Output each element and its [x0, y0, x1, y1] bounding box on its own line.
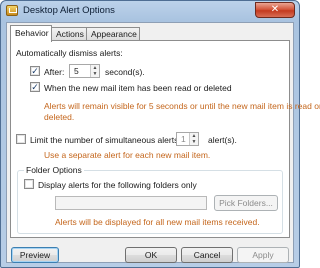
dismiss-note-line2: deleted. [44, 112, 75, 122]
spin-down-icon[interactable]: ▼ [91, 71, 99, 77]
close-icon: ✕ [270, 4, 280, 15]
limit-alerts-label: Limit the number of simultaneous alerts … [30, 135, 188, 145]
dialog-client-area: Behavior Actions Appearance Automaticall… [6, 22, 320, 263]
after-checkbox[interactable]: ✓ [30, 66, 40, 76]
window-title: Desktop Alert Options [23, 5, 115, 16]
limit-alerts-value: 1 [181, 134, 186, 144]
read-deleted-checkbox[interactable]: ✓ [30, 82, 40, 92]
auto-dismiss-heading: Automatically dismiss alerts: [16, 48, 123, 58]
pick-folders-button[interactable]: Pick Folders... [214, 195, 278, 211]
spin-down-icon[interactable]: ▼ [190, 139, 198, 145]
title-bar[interactable]: Desktop Alert Options ✕ [1, 1, 299, 21]
folders-only-label: Display alerts for the following folders… [38, 180, 197, 190]
spinner-arrows[interactable]: ▲ ▼ [90, 65, 99, 77]
folder-note: Alerts will be displayed for all new mai… [55, 217, 260, 227]
after-seconds-spinner[interactable]: 5 ▲ ▼ [69, 64, 100, 78]
folder-list-field[interactable] [55, 196, 207, 210]
behavior-tab-panel: Automatically dismiss alerts: ✓ After: 5… [10, 40, 320, 238]
after-label: After: [44, 67, 65, 77]
tab-actions[interactable]: Actions [51, 27, 87, 41]
tab-appearance[interactable]: Appearance [86, 27, 140, 41]
seconds-label: second(s). [105, 67, 145, 77]
alerts-unit-label: alert(s). [208, 135, 237, 145]
limit-note: Use a separate alert for each new mail i… [44, 150, 211, 160]
folders-only-checkbox[interactable] [24, 179, 34, 189]
after-seconds-value: 5 [74, 66, 79, 76]
preview-button[interactable]: Preview [11, 247, 59, 263]
limit-alerts-spinner[interactable]: 1 ▲ ▼ [176, 132, 199, 146]
limit-alerts-checkbox[interactable] [16, 134, 26, 144]
app-envelope-icon [6, 5, 18, 16]
spinner-arrows[interactable]: ▲ ▼ [189, 133, 198, 145]
ok-button[interactable]: OK [125, 247, 177, 263]
dismiss-note-line1: Alerts will remain visible for 5 seconds… [44, 101, 320, 111]
dialog-window: Desktop Alert Options ✕ Behavior Actions… [0, 0, 320, 268]
close-button[interactable]: ✕ [255, 2, 295, 18]
folder-options-title: Folder Options [24, 165, 84, 175]
cancel-button[interactable]: Cancel [181, 247, 233, 263]
folder-options-group: Folder Options Display alerts for the fo… [17, 165, 283, 234]
tab-behavior[interactable]: Behavior [10, 25, 52, 42]
read-deleted-label: When the new mail item has been read or … [44, 83, 232, 93]
apply-button[interactable]: Apply [237, 247, 289, 263]
